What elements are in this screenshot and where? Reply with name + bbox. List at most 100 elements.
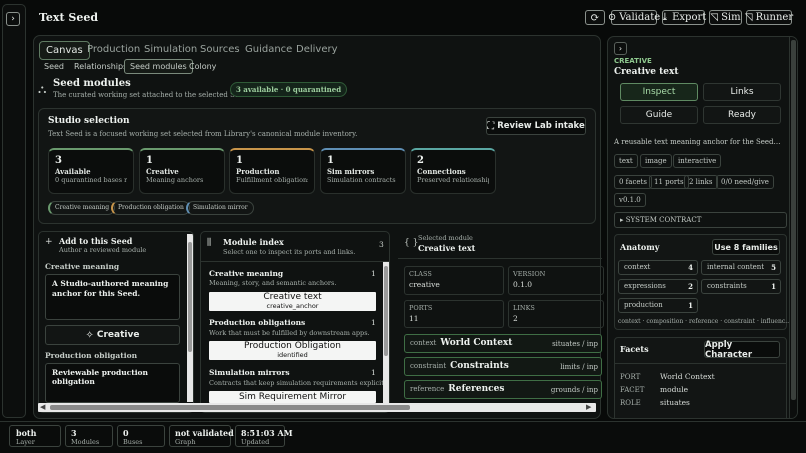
links-button[interactable]: Links	[703, 83, 781, 101]
module-item-creative-text[interactable]: Creative text creative_anchor	[209, 292, 376, 311]
inspect-button[interactable]: Inspect	[620, 83, 698, 101]
export-button[interactable]: ⤓ Export	[661, 10, 707, 25]
group-count: 1	[371, 368, 376, 377]
creative-button[interactable]: ✧ Creative	[45, 325, 180, 345]
card-title: Sim mirrors	[327, 167, 375, 176]
card-desc: Meaning anchors	[146, 176, 204, 184]
studio-description: Text Seed is a focused working set selec…	[48, 130, 358, 138]
group-desc: Contracts that keep simulation requireme…	[209, 379, 386, 387]
status-label: Buses	[123, 438, 143, 446]
runner-label: Runner	[755, 12, 794, 23]
status-value: 8:51:03 AM	[241, 428, 293, 438]
facet-value: World Context	[660, 372, 715, 381]
collapse-inspector-button[interactable]: ›	[614, 42, 627, 55]
horizontal-scrollbar[interactable]: ◀ ▶	[38, 403, 596, 412]
system-contract-toggle[interactable]: ▸ SYSTEM CONTRACT	[614, 212, 787, 228]
port-relation: situates / inp	[552, 340, 598, 348]
anatomy-count: 2	[688, 282, 693, 291]
legend-chip-creative: Creative meaning	[48, 201, 116, 215]
runner-button[interactable]: ◹ Runner	[745, 10, 794, 25]
tab-sources[interactable]: Sources	[194, 41, 246, 58]
apply-character-button[interactable]: Apply Character	[704, 340, 780, 360]
export-label: Export	[672, 12, 707, 23]
creative-meaning-input[interactable]: A Studio-authored meaning anchor for thi…	[45, 274, 180, 320]
anatomy-title: Anatomy	[620, 242, 660, 252]
subtab-seed-modules[interactable]: Seed modules	[124, 59, 193, 74]
group-desc: Work that must be fulfilled by downstrea…	[209, 329, 370, 337]
module-index-panel: ⫼ Module index Select one to inspect its…	[200, 231, 390, 413]
anatomy-production[interactable]: production 1	[618, 298, 698, 313]
validate-button[interactable]: ⊙ Validate	[608, 10, 661, 25]
expand-left-button[interactable]: ›	[6, 12, 20, 26]
refresh-button[interactable]: ⟳	[585, 10, 605, 25]
summary-card-available: 3 Available 0 quarantined bases reta…	[48, 148, 134, 194]
card-count: 1	[327, 155, 334, 166]
port-kind: reference	[410, 385, 445, 393]
port-row-reference[interactable]: reference References grounds / inp	[404, 380, 602, 399]
status-updated: 8:51:03 AM Updated	[235, 425, 293, 447]
summary-card-connections: 2 Connections Preserved relationships	[410, 148, 496, 194]
summary-card-creative: 1 Creative Meaning anchors	[139, 148, 225, 194]
status-value: 0	[123, 428, 129, 438]
version-value: 0.1.0	[513, 280, 533, 289]
anatomy-name: production	[624, 301, 663, 309]
studio-title: Studio selection	[48, 116, 130, 126]
add-subtitle: Author a reviewed module	[59, 246, 147, 254]
sim-button[interactable]: ◹ Sim	[709, 10, 742, 25]
use-families-button[interactable]: Use 8 families	[712, 239, 780, 255]
vertical-scrollbar[interactable]	[789, 37, 797, 418]
anatomy-internal-content[interactable]: internal content 5	[701, 260, 781, 275]
class-field: CLASS creative	[409, 270, 440, 289]
section-creative-meaning: Creative meaning	[45, 262, 120, 271]
port-row-constraint[interactable]: constraint Constraints limits / inp	[404, 357, 602, 376]
anatomy-count: 4	[688, 263, 693, 272]
validate-label: Validate	[619, 12, 661, 23]
divider	[398, 258, 602, 259]
ready-button[interactable]: Ready	[703, 106, 781, 124]
scroll-right-arrow-icon[interactable]: ▶	[586, 403, 591, 411]
vertical-scrollbar[interactable]	[383, 262, 389, 404]
guide-button[interactable]: Guide	[620, 106, 698, 124]
tab-production[interactable]: Production	[81, 41, 146, 58]
ports-field: PORTS 11	[409, 304, 432, 323]
module-item-sim-requirement-mirror[interactable]: Sim Requirement Mirror	[209, 391, 376, 403]
scroll-left-arrow-icon[interactable]: ◀	[40, 403, 45, 411]
selected-module-name: Creative text	[418, 243, 476, 253]
anatomy-count: 5	[771, 263, 776, 272]
tab-delivery[interactable]: Delivery	[290, 41, 344, 58]
subtab-colony[interactable]: Colony	[184, 60, 221, 73]
port-name: World Context	[440, 338, 513, 348]
anatomy-constraints[interactable]: constraints 1	[701, 279, 781, 294]
anatomy-name: internal content	[707, 263, 765, 271]
subtab-seed[interactable]: Seed	[39, 60, 69, 73]
scroll-thumb[interactable]	[50, 405, 410, 410]
system-contract-label: SYSTEM CONTRACT	[625, 216, 702, 224]
card-count: 1	[236, 155, 243, 166]
status-buses: 0 Buses	[117, 425, 165, 447]
group-desc: Meaning, story, and semantic anchors.	[209, 279, 337, 287]
tag-interactive: interactive	[673, 154, 722, 168]
group-count: 1	[371, 269, 376, 278]
anatomy-count: 1	[688, 301, 693, 310]
tag-image: image	[640, 154, 672, 168]
card-title: Connections	[417, 167, 466, 176]
page-title: Text Seed	[39, 11, 99, 24]
review-lab-intake-button[interactable]: ⛶ Review Lab intake	[486, 117, 586, 135]
card-title: Production	[236, 167, 280, 176]
summary-card-production: 1 Production Fulfillment obligations	[229, 148, 315, 194]
port-relation: grounds / inp	[550, 386, 598, 394]
selected-module-label: Selected module	[418, 234, 473, 242]
port-row-context[interactable]: context World Context situates / inp	[404, 334, 602, 353]
modules-icon: ⛬	[38, 82, 47, 96]
class-value: creative	[409, 280, 440, 289]
anatomy-expressions[interactable]: expressions 2	[618, 279, 698, 294]
ports-value: 11	[409, 314, 419, 323]
vertical-scrollbar[interactable]	[187, 234, 193, 402]
card-count: 3	[55, 155, 62, 166]
legend-chip-production: Production obligation	[111, 201, 190, 215]
subtab-relationships[interactable]: Relationships	[69, 60, 132, 73]
module-item-id: identified	[277, 351, 308, 359]
module-item-production-obligation[interactable]: Production Obligation identified	[209, 341, 376, 360]
production-obligation-input[interactable]: Reviewable production obligation	[45, 363, 180, 403]
anatomy-context[interactable]: context 4	[618, 260, 698, 275]
